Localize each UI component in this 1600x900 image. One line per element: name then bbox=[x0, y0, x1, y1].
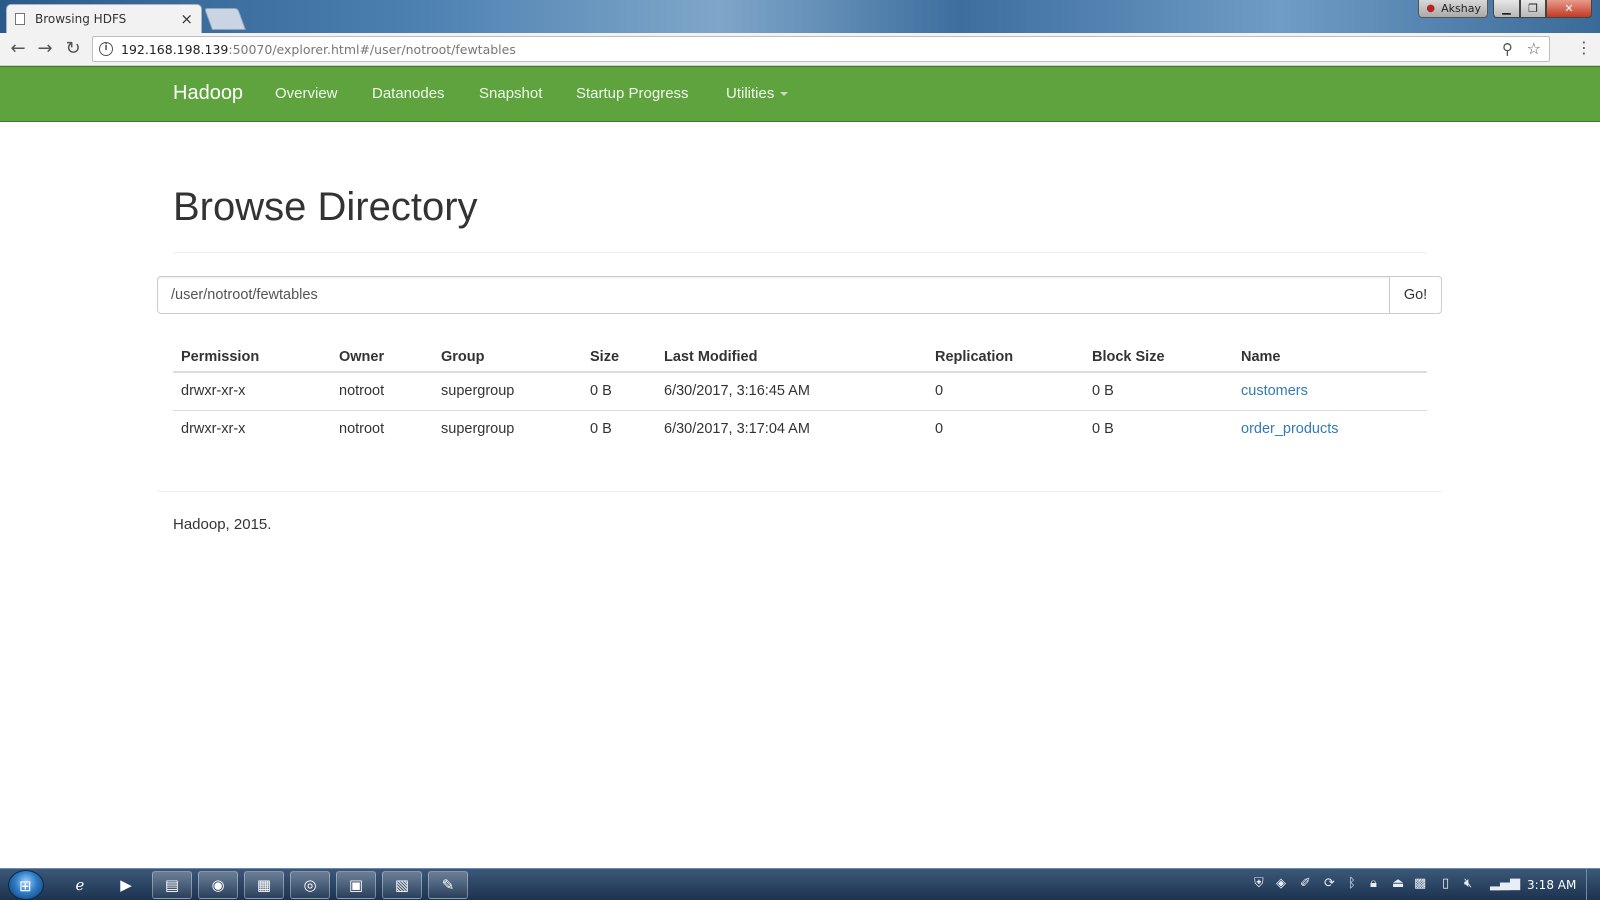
zoom-icon[interactable]: ⚲ bbox=[1502, 40, 1513, 58]
directory-listing-table: Permission Owner Group Size Last Modifie… bbox=[173, 332, 1427, 448]
browser-tab[interactable]: Browsing HDFS × bbox=[6, 4, 202, 33]
bookmark-star-icon[interactable]: ☆ bbox=[1527, 39, 1541, 58]
address-bar[interactable]: i 192.168.198.139:50070/explorer.html#/u… bbox=[92, 36, 1550, 62]
taskbar-clock[interactable]: 3:18 AM bbox=[1527, 878, 1576, 892]
header-permission[interactable]: Permission bbox=[173, 332, 331, 373]
cell-block-size: 0 B bbox=[1092, 421, 1114, 438]
file-explorer-icon[interactable]: ▤ bbox=[152, 871, 192, 899]
antivirus-icon[interactable]: ◈ bbox=[1276, 876, 1286, 891]
wifi-signal-icon[interactable]: ▂▄▆ bbox=[1490, 876, 1520, 891]
nav-utilities-dropdown[interactable]: Utilities bbox=[726, 85, 789, 102]
profile-icon: ● bbox=[1426, 3, 1436, 14]
go-button[interactable]: Go! bbox=[1389, 276, 1442, 314]
title-divider bbox=[173, 252, 1427, 253]
nav-utilities-label: Utilities bbox=[726, 85, 775, 102]
header-replication[interactable]: Replication bbox=[927, 332, 1084, 373]
firefox-icon[interactable]: ◉ bbox=[198, 871, 238, 899]
network-app-icon[interactable]: ▣ bbox=[336, 871, 376, 899]
cell-size: 0 B bbox=[590, 421, 612, 438]
notepad-icon[interactable]: ▦ bbox=[244, 871, 284, 899]
header-group[interactable]: Group bbox=[433, 332, 582, 373]
cell-owner: notroot bbox=[339, 421, 385, 438]
cell-group: supergroup bbox=[441, 421, 515, 438]
cell-last-modified: 6/30/2017, 3:16:45 AM bbox=[656, 372, 927, 411]
media-player-icon[interactable]: ▶ bbox=[106, 871, 146, 899]
safely-remove-icon[interactable]: ⏏ bbox=[1392, 876, 1404, 891]
windows-taskbar: ⊞ ℯ ▶ ▤ ◉ ▦ ◎ ▣ ▧ ✎ ⛨ ◈ ✐ ⟳ ᛒ 🔒︎ ⏏ ▩ ▯ 🔇… bbox=[0, 868, 1600, 900]
brand-link[interactable]: Hadoop bbox=[173, 82, 243, 105]
cell-permission: drwxr-xr-x bbox=[173, 372, 331, 411]
nav-startup-progress[interactable]: Startup Progress bbox=[576, 85, 689, 102]
show-desktop-button[interactable] bbox=[1586, 869, 1600, 900]
tab-title: Browsing HDFS bbox=[35, 12, 127, 26]
volume-muted-icon[interactable]: 🔇︎ bbox=[1464, 876, 1472, 891]
cell-replication: 0 bbox=[927, 372, 1084, 411]
bluetooth-icon[interactable]: ᛒ bbox=[1348, 876, 1356, 891]
battery-icon[interactable]: ▯ bbox=[1442, 876, 1449, 891]
cell-name: order_products bbox=[1233, 410, 1427, 448]
nav-datanodes[interactable]: Datanodes bbox=[372, 85, 445, 102]
cell-owner: notroot bbox=[331, 372, 433, 411]
table-header-row: Permission Owner Group Size Last Modifie… bbox=[173, 332, 1427, 373]
restore-icon: ❐ bbox=[1528, 2, 1538, 15]
back-arrow-icon[interactable]: ← bbox=[7, 38, 29, 60]
cell-replication: 0 bbox=[935, 421, 944, 438]
notes-icon[interactable]: ✐ bbox=[1300, 876, 1311, 891]
forward-arrow-icon[interactable]: → bbox=[34, 38, 56, 60]
table-row: drwxr-xr-x notroot supergroup 0 B 6/30/2… bbox=[173, 410, 1427, 448]
start-button[interactable]: ⊞ bbox=[8, 870, 44, 900]
table-row: drwxr-xr-x notroot supergroup 0 B 6/30/2… bbox=[173, 372, 1427, 411]
profile-button[interactable]: ● Akshay bbox=[1418, 0, 1488, 18]
url-host: 192.168.198.139 bbox=[121, 41, 229, 57]
directory-path-input[interactable] bbox=[157, 276, 1390, 314]
hadoop-navbar: Hadoop Overview Datanodes Snapshot Start… bbox=[0, 66, 1600, 122]
close-icon: ✕ bbox=[1564, 2, 1574, 15]
close-window-button[interactable]: ✕ bbox=[1546, 0, 1592, 18]
footer-divider bbox=[157, 491, 1442, 492]
lock-icon[interactable]: 🔒︎ bbox=[1370, 876, 1377, 891]
cell-group: supergroup bbox=[433, 372, 582, 411]
new-tab-button[interactable] bbox=[203, 8, 247, 30]
site-info-icon[interactable]: i bbox=[99, 42, 113, 56]
sync-icon[interactable]: ⟳ bbox=[1324, 876, 1335, 891]
cell-last-modified: 6/30/2017, 3:17:04 AM bbox=[664, 421, 810, 438]
caret-down-icon bbox=[780, 92, 789, 97]
windows-logo-icon: ⊞ bbox=[19, 878, 32, 895]
cell-permission: drwxr-xr-x bbox=[181, 421, 246, 438]
header-last-modified[interactable]: Last Modified bbox=[656, 332, 927, 373]
vmware-icon[interactable]: ▧ bbox=[382, 871, 422, 899]
header-owner[interactable]: Owner bbox=[331, 332, 433, 373]
reload-icon[interactable]: ↻ bbox=[62, 38, 84, 60]
footer-text: Hadoop, 2015. bbox=[173, 516, 272, 533]
directory-link-order-products[interactable]: order_products bbox=[1241, 421, 1339, 437]
shield-icon[interactable]: ⛨ bbox=[1254, 876, 1264, 891]
terminal-icon[interactable]: ▩ bbox=[1414, 876, 1426, 891]
python-icon[interactable]: ✎ bbox=[428, 871, 468, 899]
header-name[interactable]: Name bbox=[1233, 332, 1427, 373]
maximize-button[interactable]: ❐ bbox=[1520, 0, 1546, 18]
directory-link-customers[interactable]: customers bbox=[1241, 383, 1308, 399]
browser-toolbar: ← → ↻ i 192.168.198.139:50070/explorer.h… bbox=[0, 33, 1600, 66]
url-path: :50070/explorer.html#/user/notroot/fewta… bbox=[228, 41, 516, 57]
minimize-button[interactable]: ▁ bbox=[1493, 0, 1520, 18]
internet-explorer-icon[interactable]: ℯ bbox=[60, 871, 100, 899]
nav-snapshot[interactable]: Snapshot bbox=[479, 85, 542, 102]
cell-name: customers bbox=[1233, 372, 1427, 411]
profile-name: Akshay bbox=[1441, 2, 1481, 15]
chrome-icon[interactable]: ◎ bbox=[290, 871, 330, 899]
browser-menu-icon[interactable]: ⋮ bbox=[1576, 38, 1592, 57]
cell-size: 0 B bbox=[582, 372, 656, 411]
browser-titlebar: Browsing HDFS × ● Akshay ▁ ❐ ✕ bbox=[0, 0, 1600, 33]
nav-overview[interactable]: Overview bbox=[275, 85, 338, 102]
header-size[interactable]: Size bbox=[582, 332, 656, 373]
header-block-size[interactable]: Block Size bbox=[1084, 332, 1233, 373]
page-title: Browse Directory bbox=[173, 185, 478, 229]
page-icon bbox=[15, 13, 25, 25]
cell-block-size: 0 B bbox=[1084, 372, 1233, 411]
minimize-icon: ▁ bbox=[1502, 2, 1511, 15]
close-tab-icon[interactable]: × bbox=[180, 10, 193, 28]
